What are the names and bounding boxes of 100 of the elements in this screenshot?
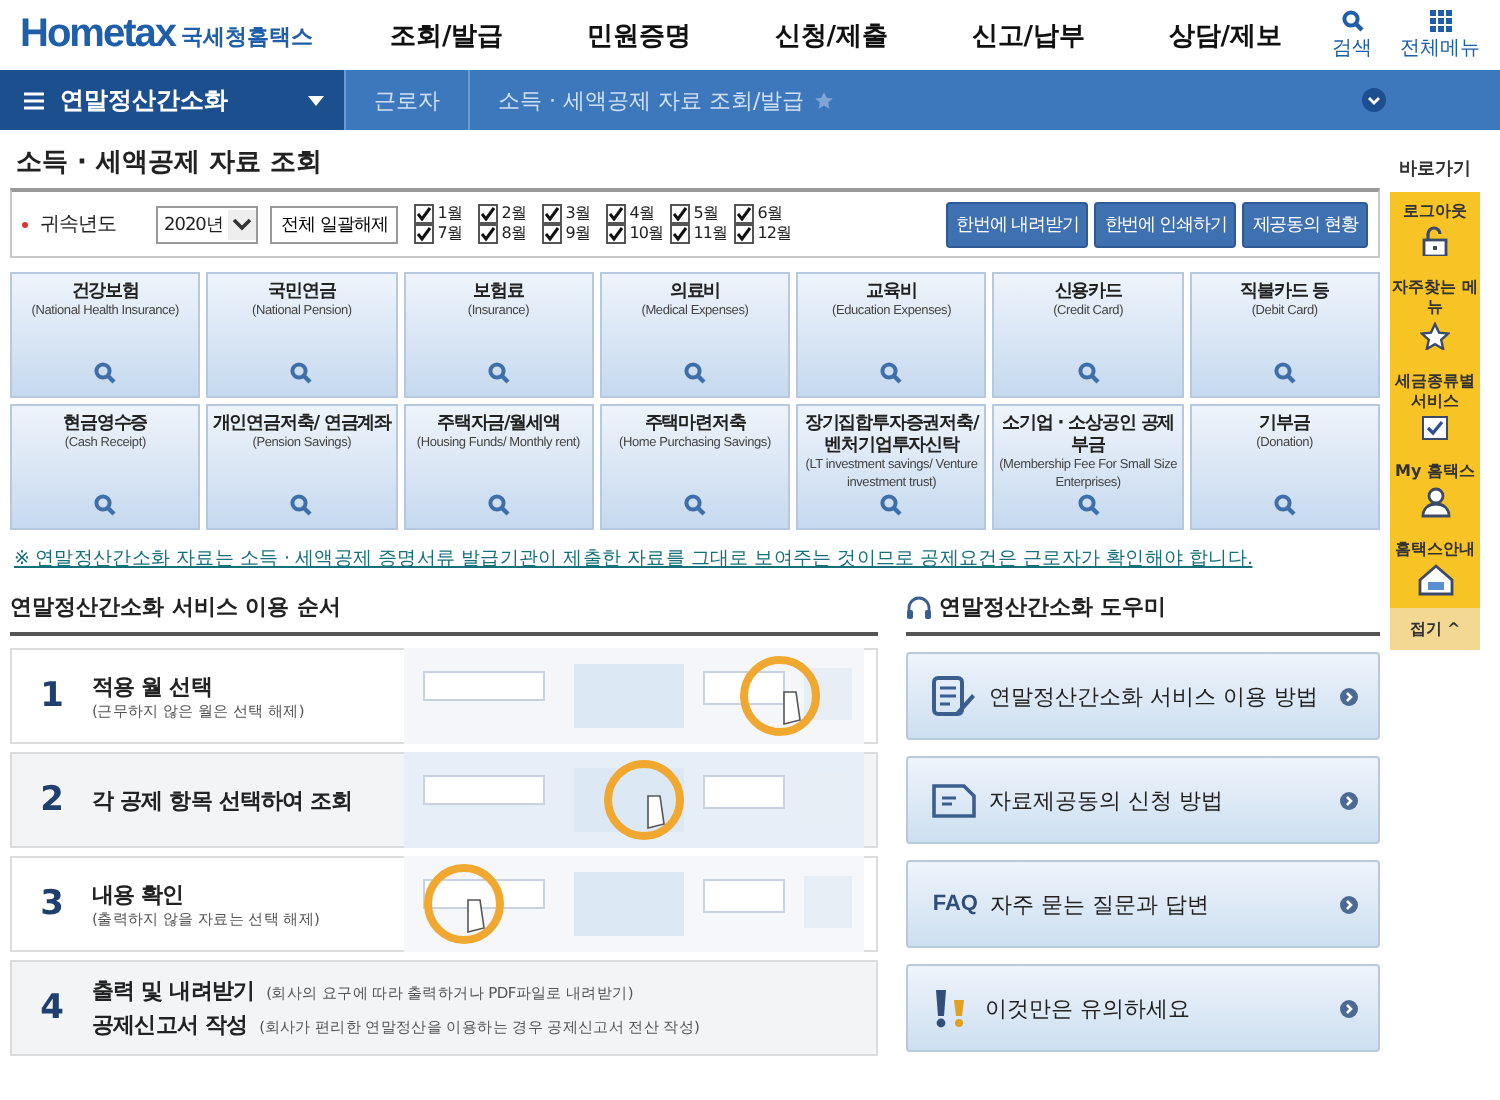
section-title: 연말정산간소화 도우미	[938, 592, 1167, 622]
collapse-button[interactable]: 접기 ^	[1390, 608, 1480, 650]
tile-title: 개인연금저축/ 연금계좌	[212, 414, 392, 436]
chevron-right-icon	[1340, 999, 1358, 1017]
search-icon	[94, 494, 117, 516]
month-checkbox[interactable]	[413, 204, 434, 224]
tile-title: 장기집합투자증권저축/ 벤처기업투자신탁	[802, 414, 982, 458]
clear-all-button[interactable]: 전체 일괄해제	[270, 205, 398, 243]
month-label: 7월	[437, 224, 462, 244]
logo-subtitle: 국세청홈택스	[180, 22, 313, 54]
nav-menu-item[interactable]: 신청/제출	[774, 17, 888, 53]
help-link-card[interactable]: 이것만은 유의하세요	[906, 964, 1380, 1052]
document-pen-icon	[932, 676, 977, 716]
faq-label: FAQ	[932, 892, 978, 916]
quick-menu-item[interactable]: 홈택스안내	[1390, 530, 1480, 608]
star-icon[interactable]	[814, 90, 835, 110]
tile-title: 건강보험	[71, 282, 139, 304]
tool-label[interactable]: 검색	[1332, 33, 1372, 61]
person-icon	[1419, 486, 1451, 518]
step-title: 공제신고서 작성	[92, 1010, 248, 1040]
tool-label[interactable]: 전체메뉴	[1400, 33, 1480, 61]
search-icon	[487, 362, 510, 384]
help-link-label: 이것만은 유의하세요	[984, 993, 1190, 1023]
month-label: 2월	[501, 204, 526, 224]
tile-title: 현금영수증	[63, 414, 148, 436]
month-checkbox[interactable]	[541, 204, 562, 224]
chevron-right-icon	[1340, 895, 1358, 913]
tile-title: 기부금	[1259, 414, 1310, 436]
chevron-right-icon	[1340, 687, 1358, 705]
tile-title: 국민연금	[268, 282, 336, 304]
month-label: 6월	[757, 204, 782, 224]
year-select[interactable]: 2020년	[156, 205, 259, 243]
search-icon	[880, 494, 903, 516]
action-button[interactable]: 한번에 인쇄하기	[1094, 201, 1237, 247]
action-button[interactable]: 제공동의 현황	[1242, 201, 1368, 247]
step-title: 내용 확인	[92, 879, 184, 909]
help-link-card[interactable]: 연말정산간소화 서비스 이용 방법	[906, 652, 1380, 740]
search-icon	[1273, 494, 1296, 516]
bullet-icon	[22, 221, 28, 227]
tile-title: 소기업 · 소상공인 공제부금	[1000, 414, 1177, 458]
chevron-right-icon	[1340, 791, 1358, 809]
headset-icon	[906, 595, 933, 619]
document-icon	[932, 782, 977, 818]
nav-menu-item[interactable]: 상담/제보	[1168, 17, 1282, 53]
house-icon	[1417, 564, 1453, 596]
search-icon	[683, 494, 706, 516]
nav-menu-item[interactable]: 조회/발급	[390, 17, 504, 53]
month-label: 9월	[565, 224, 590, 244]
nav-menu-item[interactable]: 신고/납부	[971, 17, 1085, 53]
month-label: 11월	[693, 224, 727, 244]
lock-icon	[1419, 226, 1451, 256]
step-number: 4	[38, 988, 66, 1028]
dropdown-caret-icon[interactable]	[308, 95, 324, 105]
month-checkbox[interactable]	[733, 224, 754, 244]
quick-menu-item[interactable]: My 홈택스	[1390, 452, 1480, 530]
month-checkbox[interactable]	[413, 224, 434, 244]
month-label: 3월	[565, 204, 590, 224]
filter-label: 귀속년도	[40, 212, 118, 238]
menu-icon	[24, 91, 44, 109]
search-icon	[1077, 494, 1100, 516]
month-checkbox[interactable]	[541, 224, 562, 244]
month-checkbox[interactable]	[477, 224, 498, 244]
search-icon	[290, 494, 313, 516]
step-number: 1	[38, 676, 66, 716]
action-button[interactable]: 한번에 내려받기	[946, 201, 1089, 247]
help-link-card[interactable]: 자료제공동의 신청 방법	[906, 756, 1380, 844]
step-title: 적용 월 선택	[92, 671, 212, 701]
month-checkbox[interactable]	[669, 204, 690, 224]
section-title: 연말정산간소화 서비스 이용 순서	[10, 592, 341, 622]
help-link-label: 자료제공동의 신청 방법	[988, 785, 1223, 815]
month-checkbox[interactable]	[669, 224, 690, 244]
month-checkbox[interactable]	[605, 224, 626, 244]
month-label: 1월	[437, 204, 462, 224]
search-icon	[1341, 9, 1363, 31]
search-icon	[1273, 362, 1296, 384]
quick-menu-item[interactable]: 자주찾는 메뉴	[1390, 268, 1480, 362]
search-icon	[1077, 362, 1100, 384]
help-link-card[interactable]: FAQ 자주 묻는 질문과 답변	[906, 860, 1380, 948]
chevron-down-icon[interactable]	[1362, 88, 1386, 112]
tile-title: 주택마련저축	[644, 414, 746, 436]
month-checkbox[interactable]	[733, 204, 754, 224]
nav-menu-item[interactable]: 민원증명	[587, 17, 691, 53]
quick-menu-item[interactable]: 로그아웃	[1390, 192, 1480, 268]
month-checkbox[interactable]	[477, 204, 498, 224]
search-icon	[880, 362, 903, 384]
month-label: 5월	[693, 204, 718, 224]
checkbox-icon	[1422, 416, 1448, 440]
quick-menu-item[interactable]: 세금종류별 서비스	[1390, 362, 1480, 452]
star-icon	[1420, 322, 1450, 350]
step-title: 각 공제 항목 선택하여 조회	[92, 785, 353, 815]
tile-title: 신용카드	[1054, 282, 1122, 304]
month-label: 12월	[757, 224, 791, 244]
notice-text: ※ 연말정산간소화 자료는 소득 · 세액공제 증명서류 발급기관이 제출한 자료를 그대로 보여주는 것이므로 공제요건은 근로자가 확인해야 합니다.	[14, 546, 1255, 572]
step-title: 출력 및 내려받기	[92, 976, 255, 1006]
page-title: 소득 · 세액공제 자료 조회	[14, 146, 325, 182]
tile-title: 직불카드 등	[1240, 282, 1330, 304]
step-number: 2	[38, 780, 66, 820]
month-checkbox[interactable]	[605, 204, 626, 224]
quick-menu-title: 바로가기	[1397, 158, 1473, 182]
logo-text[interactable]: Hometax	[20, 12, 175, 58]
